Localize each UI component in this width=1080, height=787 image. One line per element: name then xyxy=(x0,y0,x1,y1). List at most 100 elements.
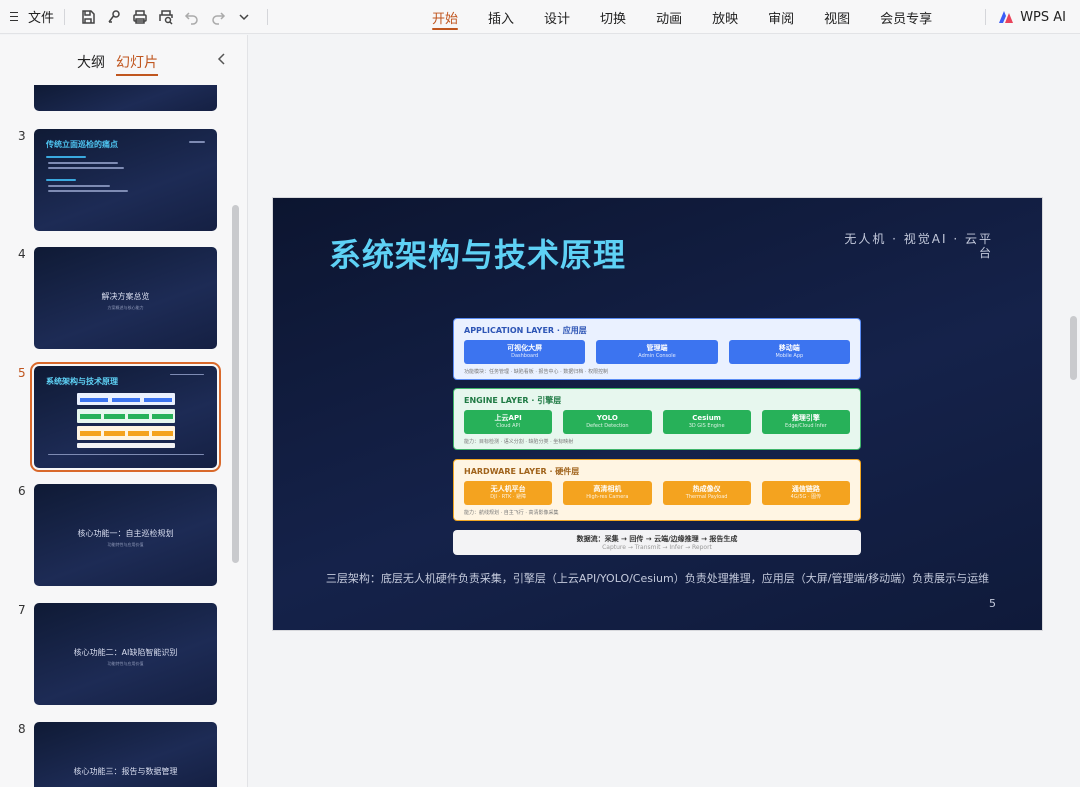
slide-thumb-row: 4 解决方案总览 方案概述与核心能力 xyxy=(0,247,232,351)
layer-box: 通信链路 4G/5G · 图传 xyxy=(761,481,850,505)
tab-review[interactable]: 审阅 xyxy=(768,0,794,34)
slide-thumb-row: 7 核心功能二：AI缺陷智能识别 功能特性与应用价值 xyxy=(0,603,232,707)
tab-view[interactable]: 视图 xyxy=(824,0,850,34)
file-menu-label: 文件 xyxy=(28,11,55,26)
slide-thumbnail[interactable]: 核心功能一：自主巡检规划 功能特性与应用价值 xyxy=(34,484,217,586)
save-icon[interactable] xyxy=(75,4,101,30)
layer-caption: 功能模块：任务管理 · 缺陷看板 · 报告中心 · 数据归档 · 权限控制 xyxy=(464,369,609,375)
tab-member[interactable]: 会员专享 xyxy=(880,0,932,34)
layer-box: 上云API Cloud API xyxy=(464,410,553,434)
data-flow-english: Capture → Transmit → Infer → Report xyxy=(602,544,712,551)
thumb-subtitle: 功能特性与应用价值 xyxy=(107,661,144,666)
slide-title: 系统架构与技术原理 xyxy=(329,236,627,274)
hardware-layer: HARDWARE LAYER · 硬件层 无人机平台 DJI · RTK · 避… xyxy=(453,459,861,521)
slide-thumbnail[interactable]: 解决方案总览 方案概述与核心能力 xyxy=(34,247,217,349)
thumbnail-scrollbar[interactable] xyxy=(232,205,239,563)
undo-icon[interactable] xyxy=(179,4,205,30)
slide-thumb-row: 6 核心功能一：自主巡检规划 功能特性与应用价值 xyxy=(0,484,232,588)
toolbar-divider xyxy=(64,8,66,25)
wps-ai-label: WPS AI xyxy=(1020,9,1066,25)
layer-title: ENGINE LAYER · 引擎层 xyxy=(464,396,562,405)
thumb-hardware-layer xyxy=(77,426,175,440)
slide-thumb-row: 5 系统架构与技术原理 xyxy=(0,362,232,472)
layer-caption: 能力：航线规划 · 自主飞行 · 高清影像采集 xyxy=(464,510,559,516)
thumb-title: 核心功能一：自主巡检规划 xyxy=(77,529,174,538)
application-layer: APPLICATION LAYER · 应用层 可视化大屏 Dashboard … xyxy=(453,318,861,380)
engine-layer: ENGINE LAYER · 引擎层 上云API Cloud API YOLO … xyxy=(453,388,861,450)
hamburger-icon xyxy=(10,11,22,22)
slide-number: 8 xyxy=(18,722,26,736)
slide-canvas[interactable]: 系统架构与技术原理 无人机 · 视觉AI · 云平台 APPLICATION L… xyxy=(273,198,1042,630)
toolbar-divider xyxy=(267,8,269,25)
thumb-title: 系统架构与技术原理 xyxy=(46,377,118,386)
thumb-heading-line xyxy=(46,179,76,181)
thumb-subtitle: 功能特性与应用价值 xyxy=(107,542,144,547)
data-flow-bar: 数据流：采集 → 回传 → 云端/边缘推理 → 报告生成 Capture → T… xyxy=(453,530,861,555)
slide-number: 4 xyxy=(18,247,26,261)
layer-box: 热成像仪 Thermal Payload xyxy=(662,481,751,505)
tab-animations[interactable]: 动画 xyxy=(656,0,682,34)
thumb-text-line xyxy=(48,167,124,169)
file-menu-button[interactable]: 文件 xyxy=(10,7,54,26)
thumb-text-line xyxy=(170,374,204,375)
thumb-text-line xyxy=(48,185,110,187)
collapse-panel-icon[interactable] xyxy=(214,51,230,67)
thumb-engine-layer xyxy=(77,409,175,423)
tab-home[interactable]: 开始 xyxy=(432,0,459,34)
thumb-title: 解决方案总览 xyxy=(101,292,150,301)
thumb-subtitle: 方案概述与核心能力 xyxy=(107,305,144,310)
slide-thumbnail[interactable]: 核心功能三：报告与数据管理 xyxy=(34,722,217,787)
tab-transitions[interactable]: 切换 xyxy=(600,0,626,34)
thumb-text-line xyxy=(48,190,128,192)
layer-box: 推理引擎 Edge/Cloud Infer xyxy=(761,410,850,434)
print-icon[interactable] xyxy=(127,4,153,30)
editor-scrollbar[interactable] xyxy=(1070,316,1077,380)
layer-title: HARDWARE LAYER · 硬件层 xyxy=(464,467,580,476)
slide-thumbnail-panel: 大纲 幻灯片 3 传统立面巡检的痛点 4 解决方案总览 方案概述与核心能力 5 … xyxy=(0,35,248,787)
thumb-flow-bar xyxy=(77,443,175,448)
thumb-text-line xyxy=(48,162,118,164)
tab-slides[interactable]: 幻灯片 xyxy=(116,52,158,76)
panel-header: 大纲 幻灯片 xyxy=(0,35,247,85)
layer-box: 无人机平台 DJI · RTK · 避障 xyxy=(464,481,553,505)
slide-number: 6 xyxy=(18,484,26,498)
layer-box: YOLO Defect Detection xyxy=(563,410,652,434)
layer-box: 可视化大屏 Dashboard xyxy=(464,340,586,364)
slide-page-number: 5 xyxy=(989,597,996,610)
slide-thumb-row: 3 传统立面巡检的痛点 xyxy=(0,129,232,233)
ribbon-tabs: 开始 插入 设计 切换 动画 放映 审阅 视图 会员专享 xyxy=(432,0,962,34)
wps-ai-button[interactable]: WPS AI xyxy=(985,0,1066,34)
thumb-title: 核心功能二：AI缺陷智能识别 xyxy=(73,648,178,657)
thumb-caption-line xyxy=(48,454,204,455)
wps-ai-logo-icon xyxy=(999,11,1014,23)
slide-number: 5 xyxy=(18,366,26,380)
thumb-title: 传统立面巡检的痛点 xyxy=(46,140,118,149)
thumb-title: 核心功能三：报告与数据管理 xyxy=(73,767,178,776)
print-preview-icon[interactable] xyxy=(153,4,179,30)
layer-title: APPLICATION LAYER · 应用层 xyxy=(464,326,587,335)
slide-thumb-row: 8 核心功能三：报告与数据管理 xyxy=(0,722,232,787)
slide-number: 7 xyxy=(18,603,26,617)
redo-icon[interactable] xyxy=(205,4,231,30)
toolbar-divider xyxy=(985,9,987,25)
tab-insert[interactable]: 插入 xyxy=(488,0,514,34)
layer-box: Cesium 3D GIS Engine xyxy=(662,410,751,434)
slide-caption: 三层架构：底层无人机硬件负责采集，引擎层（上云API/YOLO/Cesium）负… xyxy=(325,572,990,585)
top-toolbar: 文件 开始 插入 设计 切换 动画 放映 审阅 视图 会员专享 WPS AI xyxy=(0,0,1080,34)
layer-box: 管理端 Admin Console xyxy=(596,340,718,364)
more-dropdown-icon[interactable] xyxy=(231,4,257,30)
layer-box: 移动端 Mobile App xyxy=(728,340,850,364)
thumb-heading-line xyxy=(46,156,86,158)
share-icon[interactable] xyxy=(101,4,127,30)
slide-thumbnail[interactable]: 传统立面巡检的痛点 xyxy=(34,129,217,231)
thumb-text-line xyxy=(189,141,205,143)
tab-slideshow[interactable]: 放映 xyxy=(712,0,738,34)
data-flow-text: 数据流：采集 → 回传 → 云端/边缘推理 → 报告生成 xyxy=(576,535,738,543)
slide-thumbnail[interactable] xyxy=(34,85,217,111)
tab-outline[interactable]: 大纲 xyxy=(77,52,105,72)
slide-thumbnail-selected[interactable]: 系统架构与技术原理 xyxy=(30,362,221,472)
slide-thumb-row xyxy=(0,85,232,113)
layer-box: 高清相机 High-res Camera xyxy=(563,481,652,505)
tab-design[interactable]: 设计 xyxy=(544,0,570,34)
slide-thumbnail[interactable]: 核心功能二：AI缺陷智能识别 功能特性与应用价值 xyxy=(34,603,217,705)
